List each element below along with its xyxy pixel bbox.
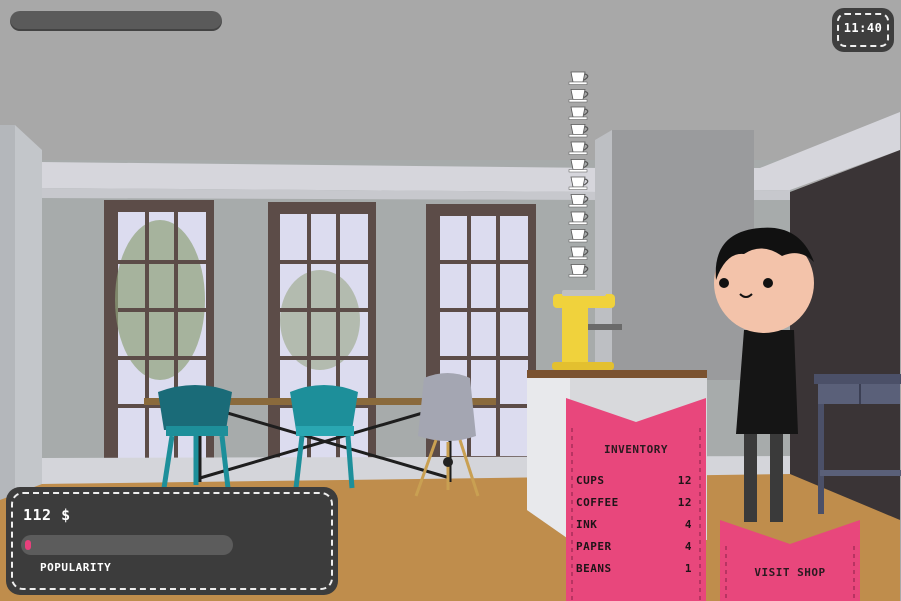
inventory-item-name: CUPS xyxy=(576,474,605,487)
inventory-item: CUPS 12 xyxy=(576,474,692,496)
popularity-bar xyxy=(21,535,233,555)
inventory-panel: INVENTORY CUPS 12 COFFEE 12 INK 4 PAPER 4 BEANS 1 xyxy=(566,398,706,601)
inventory-item-name: INK xyxy=(576,518,598,531)
popularity-fill xyxy=(25,540,31,550)
inventory-item: INK 4 xyxy=(576,518,692,540)
inventory-list: CUPS 12 COFFEE 12 INK 4 PAPER 4 BEANS 1 xyxy=(576,474,692,584)
inventory-item-count: 1 xyxy=(684,562,692,575)
inventory-item-count: 12 xyxy=(677,474,692,487)
inventory-item-name: BEANS xyxy=(576,562,612,575)
inventory-item-count: 12 xyxy=(677,496,692,509)
inventory-item-name: PAPER xyxy=(576,540,612,553)
inventory-item: COFFEE 12 xyxy=(576,496,692,518)
inventory-item: BEANS 1 xyxy=(576,562,692,584)
inventory-item-name: COFFEE xyxy=(576,496,619,509)
inventory-item-count: 4 xyxy=(684,518,692,531)
top-progress-bar xyxy=(10,11,222,31)
visit-shop-label: VISIT SHOP xyxy=(754,566,826,579)
inventory-item: PAPER 4 xyxy=(576,540,692,562)
money-amount: 112 $ xyxy=(23,506,71,524)
popularity-label: POPULARITY xyxy=(40,561,112,574)
visit-shop-button[interactable]: VISIT SHOP xyxy=(720,520,860,601)
right-wall xyxy=(790,150,900,520)
clock-badge: 11:40 xyxy=(832,8,894,52)
center-pillar xyxy=(595,130,612,380)
clock-time: 11:40 xyxy=(843,21,883,35)
stats-panel: 112 $ POPULARITY xyxy=(6,487,338,595)
inventory-title: INVENTORY xyxy=(603,443,669,456)
inventory-item-count: 4 xyxy=(684,540,692,553)
